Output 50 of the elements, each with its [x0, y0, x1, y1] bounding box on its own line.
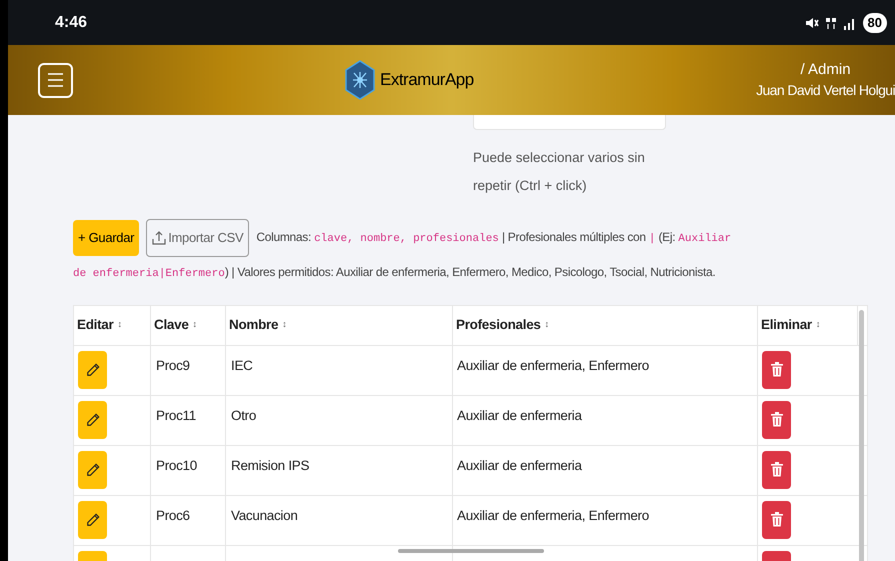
user-name: Juan David Vertel Holgui	[756, 81, 895, 100]
select-hint: Puede seleccionar varios sin	[473, 149, 646, 167]
select-hint: repetir (Ctrl + click)	[473, 177, 588, 195]
mute-icon	[804, 16, 819, 30]
column-header[interactable]: Eliminar ↕	[758, 306, 858, 344]
csv-help-text: de enfermeria|Enfermero) | Valores permitidos: Auxiliar de enfermeria, Enfermero, Medico, Psicologo, Tsocial, Nutricionista.	[73, 265, 716, 279]
table-cell: Proc6	[151, 496, 226, 544]
edit-button[interactable]	[78, 500, 107, 538]
edit-button[interactable]	[78, 400, 107, 438]
table-cell: Vacunacion	[226, 496, 453, 544]
user-role: / Admin	[800, 60, 851, 80]
save-button[interactable]: + Guardar	[73, 220, 140, 256]
column-header[interactable]: Nombre ↕	[226, 306, 453, 344]
upload-icon	[152, 231, 166, 245]
table-cell: Otro	[226, 396, 453, 444]
edit-button[interactable]	[78, 350, 107, 388]
table-cell: Auxiliar de enfermeria	[453, 446, 758, 494]
trash-icon	[770, 462, 782, 477]
delete-button[interactable]	[762, 500, 791, 538]
pencil-icon	[86, 412, 100, 426]
network-icon	[824, 16, 837, 30]
csv-help-text: Columnas: clave, nombre, profesionales | Profesionales múltiples con | (Ej: Auxiliar	[256, 229, 732, 248]
pencil-icon	[86, 462, 100, 476]
table-cell: Proc10	[151, 446, 226, 494]
table-cell: Remision IPS	[226, 446, 453, 494]
column-header[interactable]: Editar ↕	[74, 306, 151, 344]
table-cell: Proc9	[151, 346, 226, 394]
column-header[interactable]: Profesionales ↕	[453, 306, 758, 344]
status-time: 4:46	[55, 12, 88, 32]
trash-icon	[770, 412, 782, 427]
trash-icon	[770, 362, 782, 377]
import-csv-button[interactable]: Importar CSV	[146, 219, 250, 257]
table-cell: Auxiliar de enfermeria, Enfermero	[453, 346, 758, 394]
delete-button[interactable]	[762, 450, 791, 488]
circuit-hexagon-logo	[344, 60, 376, 100]
table-cell: Auxiliar de enfermeria, Enfermero	[453, 496, 758, 544]
app-name: ExtramurApp	[380, 69, 474, 92]
battery-indicator: 80	[862, 12, 887, 32]
edit-button[interactable]	[78, 450, 107, 488]
delete-button[interactable]	[762, 400, 791, 438]
column-header[interactable]: Clave ↕	[151, 306, 226, 344]
menu-icon	[47, 73, 64, 87]
pencil-icon	[86, 362, 100, 376]
trash-icon	[770, 512, 782, 527]
table-cell: Proc11	[151, 396, 226, 444]
table-cell: Auxiliar de enfermeria	[453, 396, 758, 444]
delete-button[interactable]	[762, 350, 791, 388]
menu-button[interactable]	[38, 62, 73, 98]
table-cell: IEC	[226, 346, 453, 394]
pencil-icon	[86, 512, 100, 526]
